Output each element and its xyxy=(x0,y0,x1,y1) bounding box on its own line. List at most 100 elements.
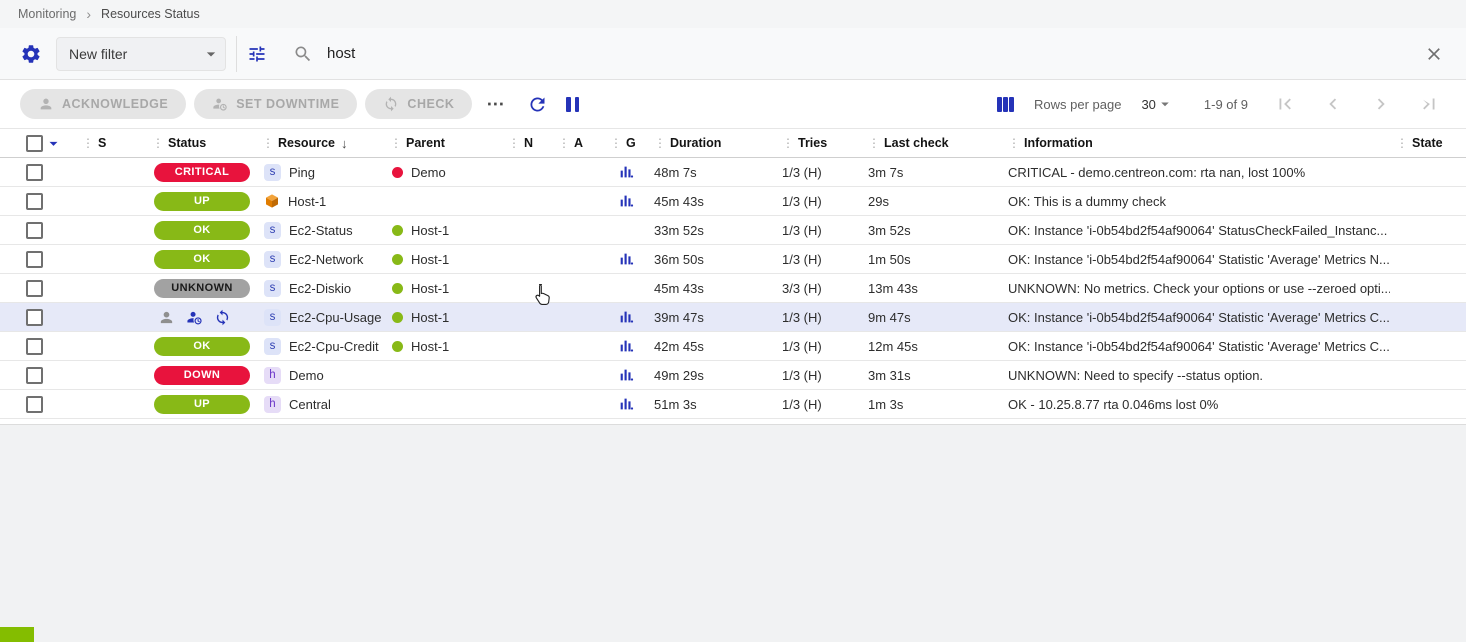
drag-handle-icon: ⋮ xyxy=(610,136,622,150)
breadcrumb-monitoring[interactable]: Monitoring xyxy=(18,7,76,21)
graph-icon[interactable] xyxy=(618,193,634,209)
table-row[interactable]: UPhCentral51m 3s1/3 (H)1m 3sOK - 10.25.8… xyxy=(0,390,1466,419)
row-checkbox[interactable] xyxy=(26,280,43,297)
graph-cell xyxy=(604,164,648,180)
resource-name[interactable]: Ec2-Status xyxy=(289,223,353,238)
table-row[interactable]: OKsEc2-Cpu-CreditHost-142m 45s1/3 (H)12m… xyxy=(0,332,1466,361)
status-cell: UNKNOWN xyxy=(146,279,256,298)
resource-name[interactable]: Ping xyxy=(289,165,315,180)
breadcrumb-resources-status[interactable]: Resources Status xyxy=(101,7,200,21)
information-cell: OK: This is a dummy check xyxy=(1002,194,1390,209)
row-checkbox[interactable] xyxy=(26,309,43,326)
column-header-resource[interactable]: ⋮Resource↓ xyxy=(256,136,384,151)
select-rows-dropdown-icon[interactable] xyxy=(44,134,63,153)
column-header-parent[interactable]: ⋮Parent xyxy=(384,136,502,150)
row-checkbox[interactable] xyxy=(26,338,43,355)
row-checkbox[interactable] xyxy=(26,396,43,413)
clear-search-icon[interactable] xyxy=(1424,44,1444,64)
column-header-tries[interactable]: ⋮Tries xyxy=(776,136,862,150)
drag-handle-icon: ⋮ xyxy=(1008,136,1020,150)
table-row[interactable]: OKsEc2-StatusHost-133m 52s1/3 (H)3m 52sO… xyxy=(0,216,1466,245)
parent-name[interactable]: Host-1 xyxy=(411,252,449,267)
downtime-icon xyxy=(212,96,228,112)
pause-icon xyxy=(566,97,579,112)
table-row[interactable]: CRITICALsPingDemo48m 7s1/3 (H)3m 7sCRITI… xyxy=(0,158,1466,187)
duration-cell: 36m 50s xyxy=(648,252,776,267)
parent-name[interactable]: Host-1 xyxy=(411,281,449,296)
filter-divider xyxy=(236,36,237,72)
status-badge: OK xyxy=(154,337,250,356)
parent-name[interactable]: Host-1 xyxy=(411,339,449,354)
last-page-button[interactable] xyxy=(1418,93,1440,115)
last-check-cell: 29s xyxy=(862,194,1002,209)
table-row[interactable]: DOWNhDemo49m 29s1/3 (H)3m 31sUNKNOWN: Ne… xyxy=(0,361,1466,390)
pause-auto-refresh-button[interactable] xyxy=(548,97,579,112)
chevron-down-icon xyxy=(1156,95,1174,113)
resource-name[interactable]: Host-1 xyxy=(288,194,326,209)
drag-handle-icon: ⋮ xyxy=(1396,136,1408,150)
column-header-a[interactable]: ⋮A xyxy=(552,136,604,150)
row-checkbox[interactable] xyxy=(26,251,43,268)
row-checkbox[interactable] xyxy=(26,193,43,210)
table-row[interactable]: UNKNOWNsEc2-DiskioHost-145m 43s3/3 (H)13… xyxy=(0,274,1466,303)
filter-preset-select[interactable]: New filter xyxy=(56,37,226,71)
resource-name[interactable]: Central xyxy=(289,397,331,412)
edit-columns-button[interactable] xyxy=(997,97,1014,112)
column-header-information[interactable]: ⋮Information xyxy=(1002,136,1390,150)
settings-gear-icon[interactable] xyxy=(20,43,42,65)
graph-icon[interactable] xyxy=(618,367,634,383)
refresh-button[interactable] xyxy=(511,94,548,115)
status-cell: OK xyxy=(146,221,256,240)
search-input[interactable] xyxy=(327,45,1424,62)
resource-name[interactable]: Ec2-Network xyxy=(289,252,363,267)
first-page-button[interactable] xyxy=(1274,93,1296,115)
resource-name[interactable]: Ec2-Cpu-Usage xyxy=(289,310,382,325)
table-row[interactable]: UPHost-145m 43s1/3 (H)29sOK: This is a d… xyxy=(0,187,1466,216)
status-badge: UP xyxy=(154,192,250,211)
column-header-state[interactable]: ⋮State xyxy=(1390,136,1466,150)
graph-icon[interactable] xyxy=(618,338,634,354)
resource-name[interactable]: Ec2-Diskio xyxy=(289,281,351,296)
graph-icon[interactable] xyxy=(618,164,634,180)
information-cell: OK: Instance 'i-0b54bd2f54af90064' Stati… xyxy=(1002,252,1390,267)
resource-type-badge: s xyxy=(264,251,281,268)
parent-cell: Host-1 xyxy=(384,339,502,354)
select-all-checkbox[interactable] xyxy=(26,135,43,152)
sort-desc-icon: ↓ xyxy=(341,136,348,151)
resource-name[interactable]: Demo xyxy=(289,368,324,383)
acknowledge-button[interactable]: ACKNOWLEDGE xyxy=(20,89,186,119)
parent-status-dot xyxy=(392,167,403,178)
breadcrumb: Monitoring › Resources Status xyxy=(0,0,1466,28)
column-header-severity[interactable]: ⋮S xyxy=(76,136,146,150)
parent-name[interactable]: Host-1 xyxy=(411,223,449,238)
row-checkbox[interactable] xyxy=(26,164,43,181)
resource-name[interactable]: Ec2-Cpu-Credit xyxy=(289,339,379,354)
set-downtime-button[interactable]: SET DOWNTIME xyxy=(194,89,357,119)
column-header-duration[interactable]: ⋮Duration xyxy=(648,136,776,150)
column-header-g[interactable]: ⋮G xyxy=(604,136,648,150)
status-badge: DOWN xyxy=(154,366,250,385)
graph-icon[interactable] xyxy=(618,396,634,412)
check-button[interactable]: CHECK xyxy=(365,89,472,119)
previous-page-button[interactable] xyxy=(1322,93,1344,115)
table-row[interactable]: OKsEc2-NetworkHost-136m 50s1/3 (H)1m 50s… xyxy=(0,245,1466,274)
parent-name[interactable]: Demo xyxy=(411,165,446,180)
status-badge: OK xyxy=(154,250,250,269)
parent-name[interactable]: Host-1 xyxy=(411,310,449,325)
row-checkbox[interactable] xyxy=(26,222,43,239)
tune-filters-icon[interactable] xyxy=(247,44,267,64)
information-cell: OK: Instance 'i-0b54bd2f54af90064' Stati… xyxy=(1002,339,1390,354)
more-actions-button[interactable]: ⋯ xyxy=(486,99,505,109)
table-row[interactable]: sEc2-Cpu-UsageHost-139m 47s1/3 (H)9m 47s… xyxy=(0,303,1466,332)
graph-icon[interactable] xyxy=(618,251,634,267)
information-cell: CRITICAL - demo.centreon.com: rta nan, l… xyxy=(1002,165,1390,180)
column-header-n[interactable]: ⋮N xyxy=(502,136,552,150)
rows-per-page-select[interactable]: 30 xyxy=(1141,95,1173,113)
graph-cell xyxy=(604,193,648,209)
next-page-button[interactable] xyxy=(1370,93,1392,115)
information-cell: UNKNOWN: No metrics. Check your options … xyxy=(1002,281,1390,296)
column-header-last-check[interactable]: ⋮Last check xyxy=(862,136,1002,150)
graph-icon[interactable] xyxy=(618,309,634,325)
row-checkbox[interactable] xyxy=(26,367,43,384)
column-header-status[interactable]: ⋮Status xyxy=(146,136,256,150)
